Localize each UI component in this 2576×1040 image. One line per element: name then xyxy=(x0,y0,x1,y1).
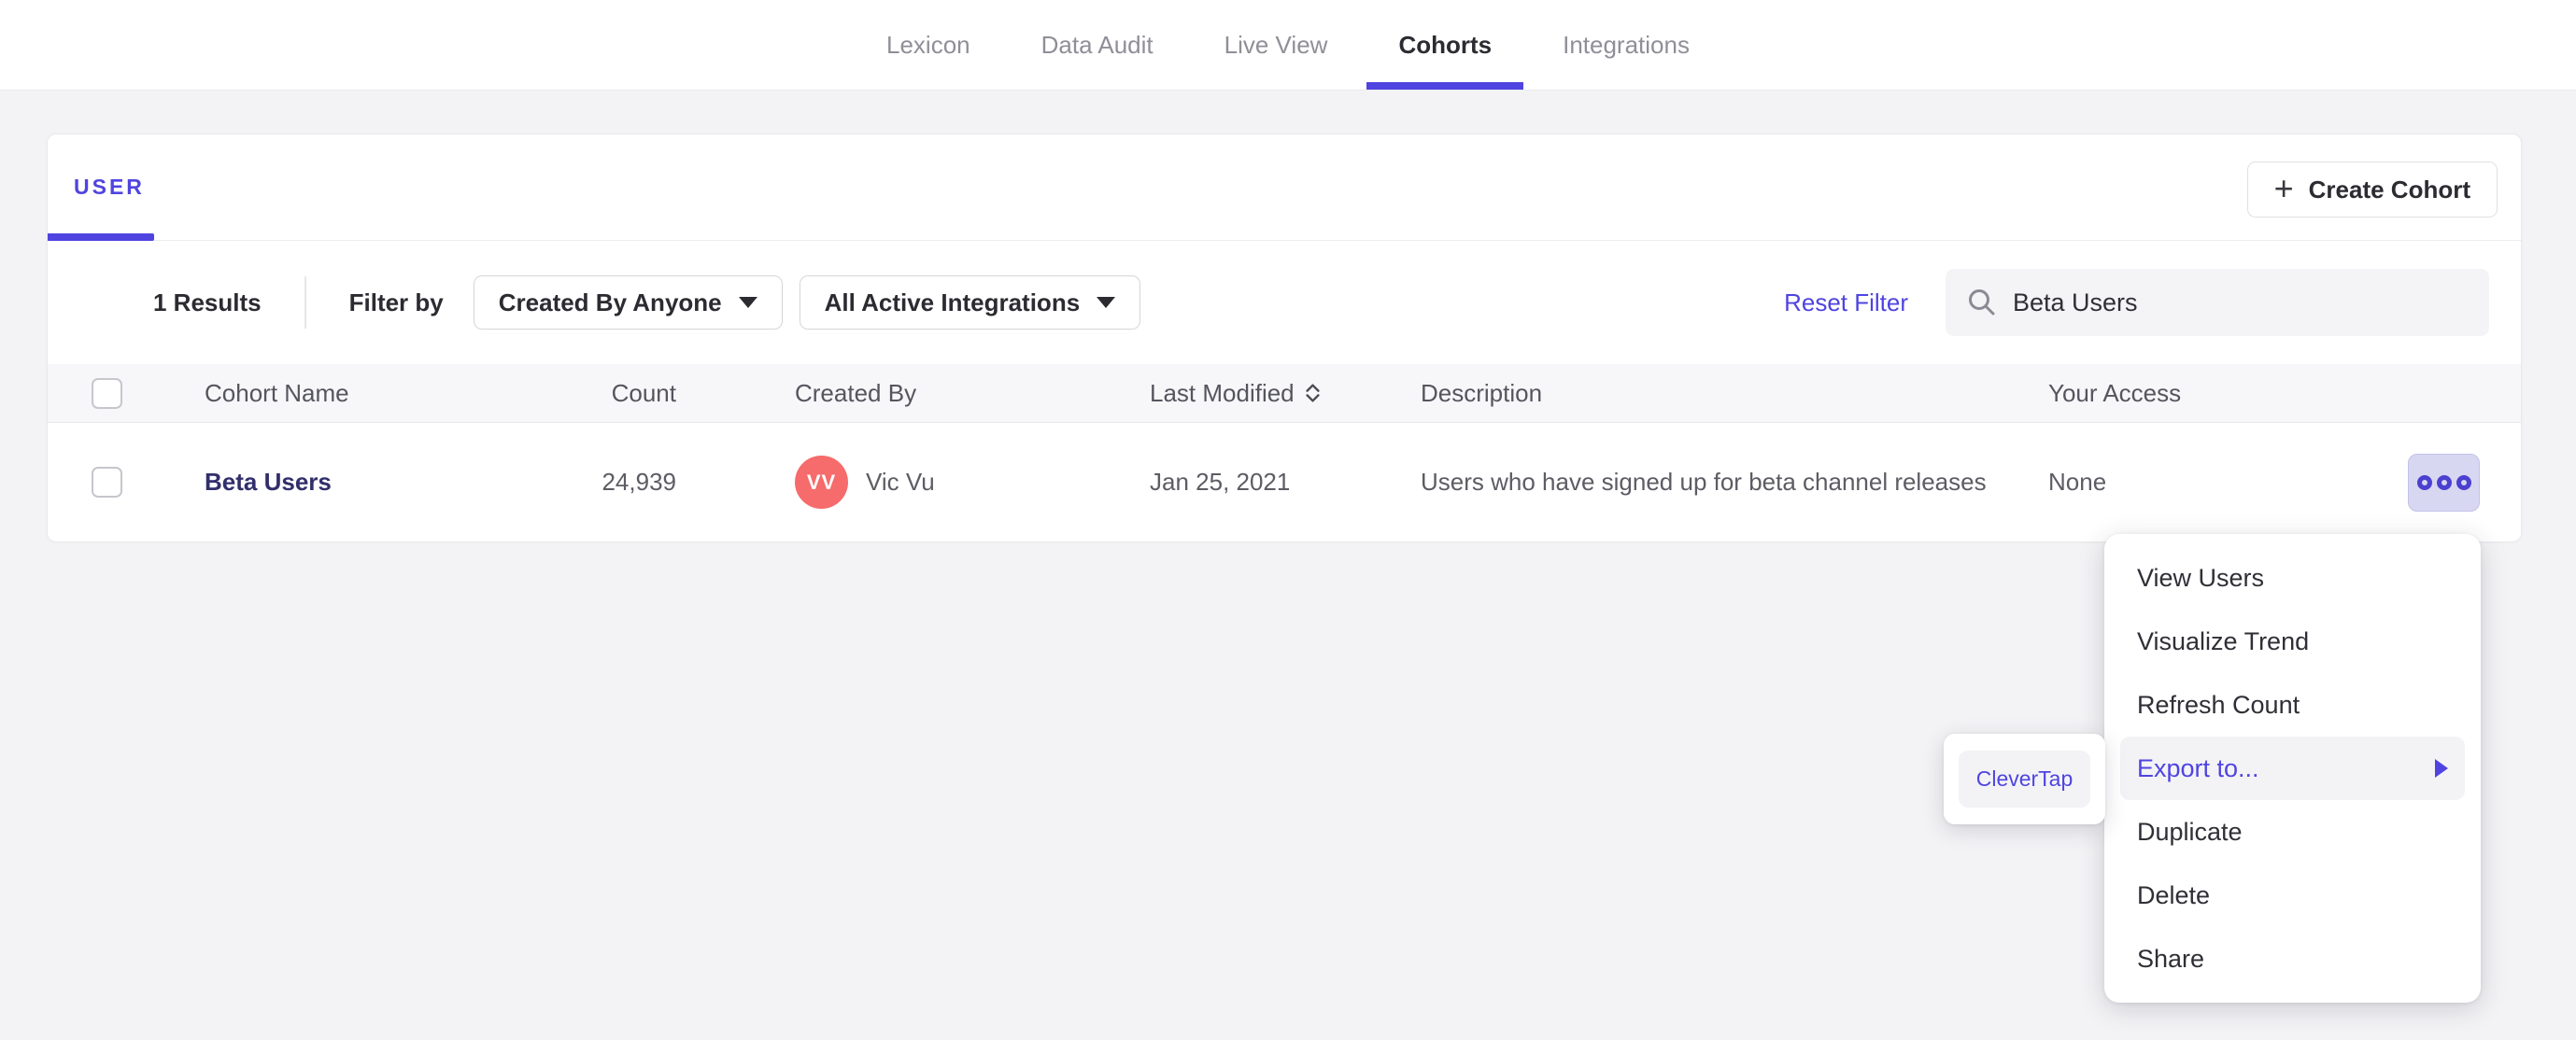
nav-tab-data-audit[interactable]: Data Audit xyxy=(1036,0,1159,90)
menu-item-refresh-count[interactable]: Refresh Count xyxy=(2120,673,2465,737)
menu-item-share[interactable]: Share xyxy=(2120,927,2465,991)
avatar: VV xyxy=(795,456,848,509)
actions-cell xyxy=(2408,423,2480,541)
integrations-dropdown[interactable]: All Active Integrations xyxy=(799,275,1141,330)
nav-tab-live-view[interactable]: Live View xyxy=(1219,0,1334,90)
filter-bar-right: Reset Filter xyxy=(1784,269,2489,336)
top-navigation: Lexicon Data Audit Live View Cohorts Int… xyxy=(0,0,2576,91)
row-checkbox-cell xyxy=(92,423,122,541)
menu-item-view-users[interactable]: View Users xyxy=(2120,546,2465,610)
nav-tab-lexicon[interactable]: Lexicon xyxy=(881,0,976,90)
export-submenu: CleverTap xyxy=(1944,734,2105,824)
nav-tab-cohorts[interactable]: Cohorts xyxy=(1366,0,1523,90)
access-cell: None xyxy=(2048,468,2107,496)
created-by-dropdown-value: Created By Anyone xyxy=(498,288,722,316)
description-cell: Users who have signed up for beta channe… xyxy=(1421,423,2037,541)
plus-icon: + xyxy=(2273,168,2294,207)
created-by-dropdown[interactable]: Created By Anyone xyxy=(473,275,783,330)
cohort-name-link[interactable]: Beta Users xyxy=(205,468,332,497)
filter-bar: 1 Results Filter by Created By Anyone Al… xyxy=(48,241,2521,364)
header-last-modified-label: Last Modified xyxy=(1150,378,1295,407)
chevron-down-icon xyxy=(738,297,757,308)
integrations-dropdown-value: All Active Integrations xyxy=(824,288,1081,316)
card-tabs-strip: USER + Create Cohort xyxy=(48,134,2521,241)
results-count: 1 Results xyxy=(153,288,262,316)
chevron-down-icon xyxy=(1097,297,1116,308)
header-description: Description xyxy=(1421,378,1543,407)
nav-tab-integrations[interactable]: Integrations xyxy=(1557,0,1695,90)
row-checkbox[interactable] xyxy=(92,467,122,498)
tab-user-active-indicator xyxy=(48,233,154,241)
count-cell: 24,939 xyxy=(602,468,676,496)
creator-name: Vic Vu xyxy=(866,468,935,496)
select-all-checkbox[interactable] xyxy=(92,377,122,409)
cohorts-card: USER + Create Cohort 1 Results Filter by… xyxy=(47,134,2522,542)
filter-by-label: Filter by xyxy=(348,288,444,316)
ellipsis-icon xyxy=(2416,474,2432,490)
cohort-name-cell: Beta Users xyxy=(205,423,332,541)
menu-item-visualize-trend[interactable]: Visualize Trend xyxy=(2120,610,2465,673)
divider xyxy=(304,276,306,329)
last-modified-cell: Jan 25, 2021 xyxy=(1150,468,1291,496)
table-row: Beta Users 24,939 VV Vic Vu Jan 25, 2021… xyxy=(48,423,2521,542)
ellipsis-icon xyxy=(2436,474,2452,490)
row-actions-menu: View Users Visualize Trend Refresh Count… xyxy=(2104,534,2481,1003)
tab-user[interactable]: USER xyxy=(48,134,154,241)
ellipsis-icon xyxy=(2456,474,2471,490)
table-header: Cohort Name Count Created By Last Modifi… xyxy=(48,364,2521,423)
header-count[interactable]: Count xyxy=(440,364,676,422)
tab-user-label: USER xyxy=(74,175,145,199)
search-icon xyxy=(1969,289,1995,316)
sort-icon[interactable] xyxy=(1304,382,1322,404)
reset-filter-link[interactable]: Reset Filter xyxy=(1784,288,1908,317)
cohorts-page: Lexicon Data Audit Live View Cohorts Int… xyxy=(0,0,2576,1040)
create-cohort-button[interactable]: + Create Cohort xyxy=(2246,162,2498,218)
submenu-arrow-icon xyxy=(2435,759,2448,778)
header-cohort-name[interactable]: Cohort Name xyxy=(205,364,349,422)
select-all-cell xyxy=(92,364,122,422)
search-input[interactable] xyxy=(2013,288,2469,317)
menu-item-delete[interactable]: Delete xyxy=(2120,864,2465,927)
header-created-by[interactable]: Created By xyxy=(795,364,916,422)
header-last-modified[interactable]: Last Modified xyxy=(1150,364,1322,422)
menu-item-duplicate[interactable]: Duplicate xyxy=(2120,800,2465,864)
header-your-access: Your Access xyxy=(2048,378,2182,407)
submenu-item-clevertap[interactable]: CleverTap xyxy=(1959,751,2090,808)
create-cohort-label: Create Cohort xyxy=(2308,175,2470,204)
created-by-cell: VV Vic Vu xyxy=(795,423,935,541)
menu-item-export-to-label: Export to... xyxy=(2137,753,2259,782)
search-box[interactable] xyxy=(1946,269,2489,336)
menu-item-export-to[interactable]: Export to... xyxy=(2120,737,2465,800)
row-actions-button[interactable] xyxy=(2408,453,2480,512)
description-text: Users who have signed up for beta channe… xyxy=(1421,468,1987,497)
